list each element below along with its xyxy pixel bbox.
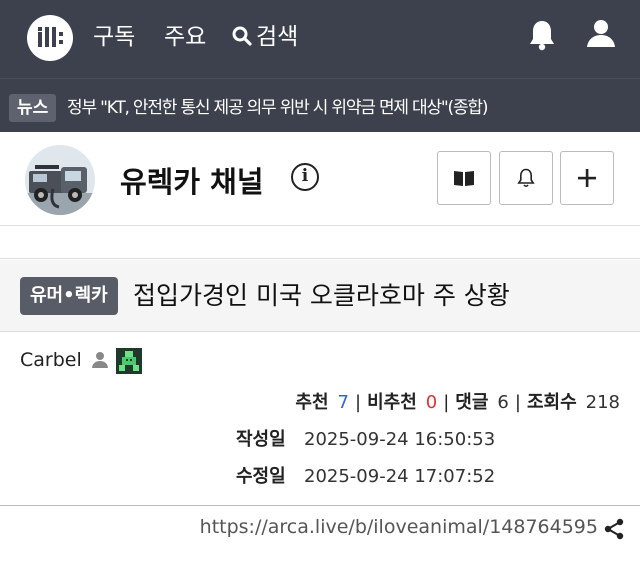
channel-avatar[interactable]: [25, 145, 95, 215]
article-url-bar: https://arca.live/b/iloveanimal/14876459…: [0, 505, 640, 550]
news-bar: 뉴스 정부 "KT, 안전한 통신 제공 의무 위반 시 위약금 면제 대상"(…: [0, 78, 640, 132]
channel-subscribe-button[interactable]: [499, 151, 553, 205]
news-badge: 뉴스: [9, 94, 57, 122]
article-stats: 추천 7 | 비추천 0 | 댓글 6 | 조회수 218: [295, 389, 620, 417]
unrecommend-count: 0: [425, 392, 438, 413]
channel-add-button[interactable]: [560, 151, 614, 205]
arca-logo-icon[interactable]: [27, 15, 73, 61]
info-icon[interactable]: i: [291, 163, 319, 191]
bell-icon: [517, 168, 535, 188]
nav-main-link[interactable]: 주요: [164, 20, 206, 54]
comments-label: 댓글: [455, 392, 489, 413]
recommend-label: 추천: [295, 392, 329, 413]
stats-divider: |: [355, 392, 362, 413]
news-headline-link[interactable]: 정부 "KT, 안전한 통신 제공 의무 위반 시 위약금 면제 대상"(종합): [67, 94, 488, 122]
article-title: 접입가경인 미국 오클라호마 주 상황: [133, 281, 510, 310]
comments-count: 6: [497, 392, 509, 413]
channel-name[interactable]: 유렉카 채널: [120, 159, 264, 201]
recommend-count: 7: [337, 392, 349, 413]
top-navigation: 구독 주요 검색: [0, 0, 640, 78]
channel-bookmark-button[interactable]: [437, 151, 491, 205]
book-icon: [454, 171, 474, 186]
created-date-row: 작성일 2025-09-24 16:50:53: [236, 426, 495, 454]
share-icon[interactable]: [603, 518, 625, 540]
author-name[interactable]: Carbel: [20, 346, 82, 374]
modified-value: 2025-09-24 17:07:52: [304, 466, 496, 487]
content-spacer: [0, 227, 640, 259]
article-url-link[interactable]: https://arca.live/b/iloveanimal/14876459…: [200, 516, 598, 538]
unrecommend-label: 비추천: [367, 392, 417, 413]
modified-date-row: 수정일 2025-09-24 17:07:52: [236, 463, 495, 491]
notification-bell-icon[interactable]: [528, 19, 556, 51]
nav-search-label: 검색: [256, 24, 299, 50]
stats-divider: |: [514, 392, 521, 413]
category-badge[interactable]: 유머•렉카: [20, 277, 118, 315]
author-badge-icon: [116, 348, 142, 374]
channel-header: 유렉카 채널 i: [0, 132, 640, 226]
plus-icon: [578, 169, 596, 187]
created-label: 작성일: [236, 429, 286, 450]
nav-subscribe-link[interactable]: 구독: [93, 20, 135, 54]
user-icon: [91, 351, 109, 369]
created-value: 2025-09-24 16:50:53: [304, 429, 496, 450]
article-title-bar: 유머•렉카 접입가경인 미국 오클라호마 주 상황: [0, 260, 640, 332]
user-icon[interactable]: [586, 19, 616, 49]
stats-divider: |: [443, 392, 450, 413]
views-count: 218: [585, 392, 620, 413]
nav-search-link[interactable]: 검색: [232, 20, 298, 54]
search-icon: [232, 26, 252, 46]
modified-label: 수정일: [236, 466, 286, 487]
views-label: 조회수: [526, 392, 577, 413]
